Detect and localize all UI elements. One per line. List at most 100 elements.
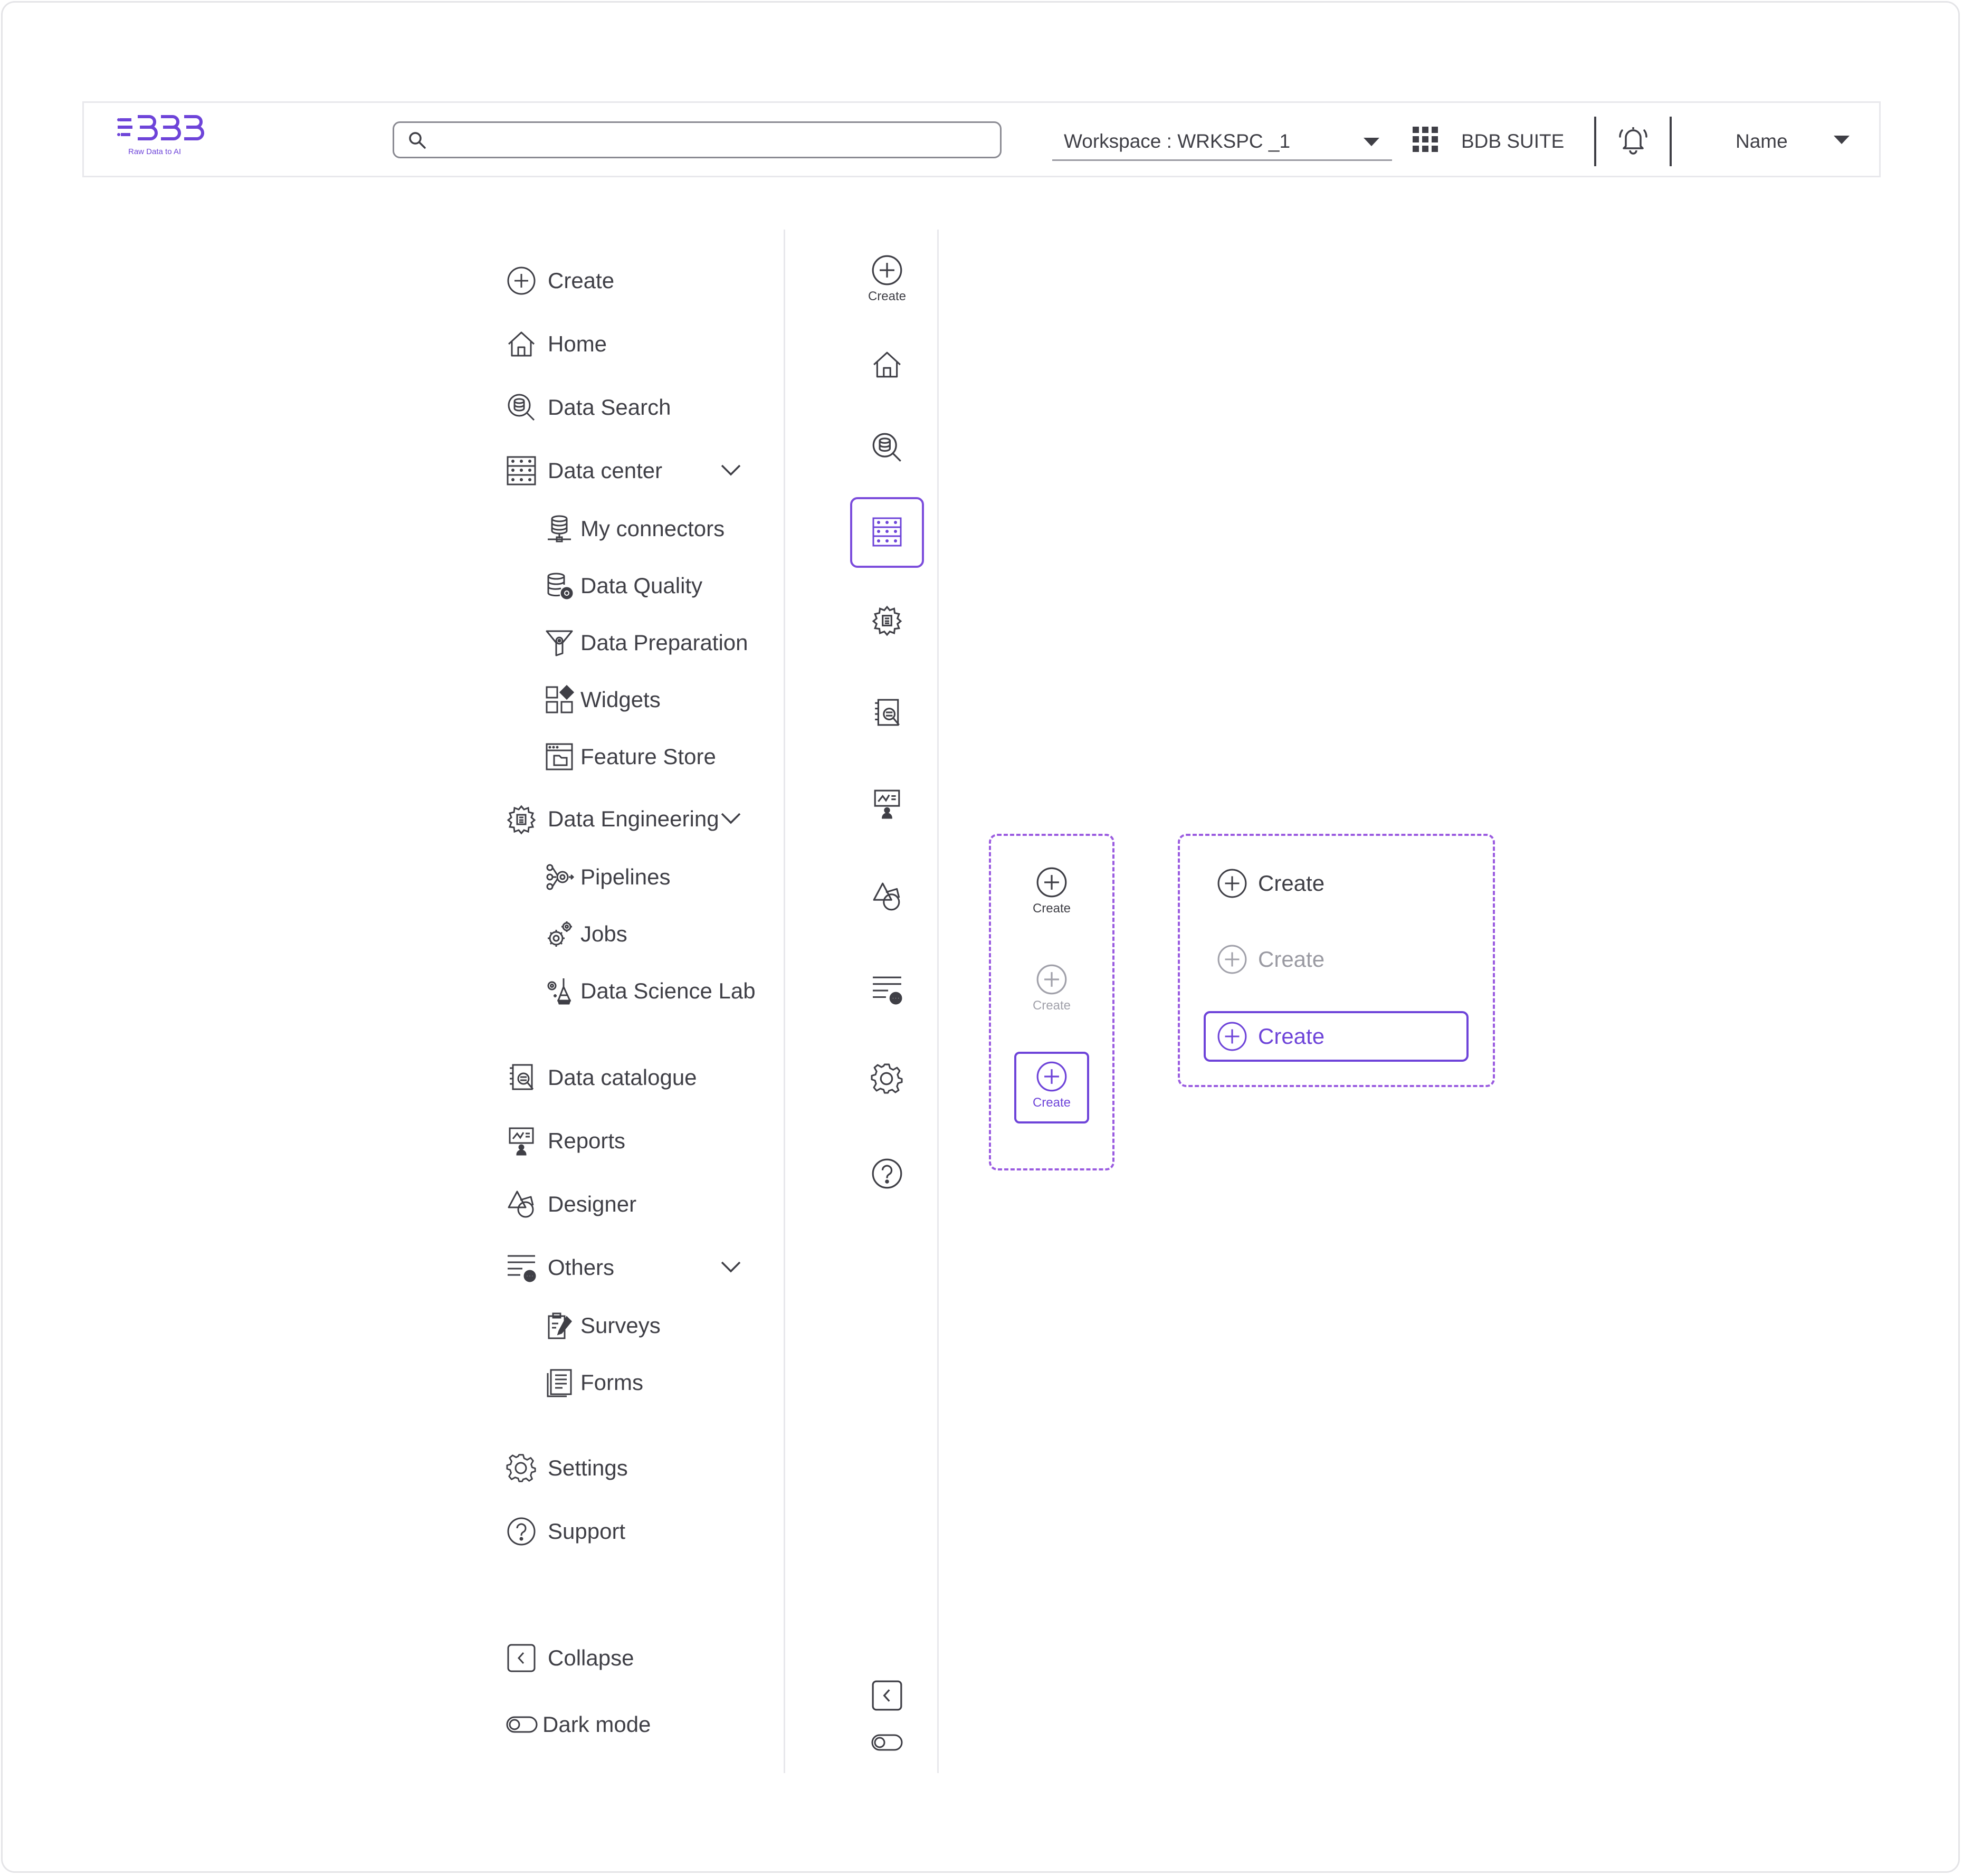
sidebar-item-designer[interactable]: Designer (506, 1188, 636, 1220)
rail-item-dark-mode-toggle[interactable] (850, 1734, 924, 1751)
funnel-gear-icon (545, 628, 574, 658)
chevron-down-icon[interactable] (721, 1261, 741, 1273)
gear-chip-icon (506, 803, 537, 835)
sidebar-subitem-surveys[interactable]: Surveys (545, 1311, 661, 1340)
sidebar-item-support[interactable]: Support (506, 1516, 625, 1547)
gear-chip-icon (872, 605, 902, 636)
create-horizontal-default[interactable]: Create (1217, 868, 1324, 899)
plus-circle-icon (1036, 964, 1068, 995)
sidebar-item-label: Data Preparation (580, 630, 748, 655)
create-vertical-selected[interactable]: Create (1015, 1061, 1089, 1110)
rail-item-create[interactable]: Create (850, 254, 924, 304)
chevron-down-icon[interactable] (721, 464, 741, 476)
rail-item-support[interactable] (850, 1158, 924, 1189)
sidebar-item-label: Feature Store (580, 744, 716, 769)
form-document-icon (545, 1368, 574, 1397)
sidebar-subitem-data-science-lab[interactable]: Data Science Lab (545, 976, 756, 1006)
help-circle-icon (506, 1516, 537, 1547)
workspace-label: Workspace : WRKSPC _1 (1064, 130, 1291, 152)
create-label: Create (1258, 1024, 1325, 1049)
list-chat-icon (506, 1252, 537, 1283)
search-icon (408, 131, 427, 150)
sidebar-item-settings[interactable]: Settings (506, 1452, 628, 1484)
toggle-switch-icon (871, 1734, 903, 1751)
rail-item-data-engineering[interactable] (850, 605, 924, 636)
create-vertical-disabled: Create (1015, 964, 1089, 1013)
sidebar-item-label: Others (548, 1255, 615, 1280)
header-separator (1594, 117, 1596, 166)
rail-item-data-catalogue[interactable] (850, 698, 924, 728)
presentation-icon (506, 1125, 537, 1157)
workspace-selector[interactable]: Workspace : WRKSPC _1 (1052, 124, 1392, 161)
notification-bell-icon[interactable] (1617, 123, 1650, 156)
plus-circle-icon (871, 254, 903, 286)
sidebar-subitem-data-quality[interactable]: Data Quality (545, 571, 702, 601)
sidebar-subitem-pipelines[interactable]: Pipelines (545, 862, 670, 892)
collapse-left-icon (506, 1642, 537, 1674)
sidebar-item-dark-mode[interactable]: Dark mode (506, 1709, 651, 1740)
apps-grid-icon[interactable] (1413, 127, 1438, 152)
feature-store-icon (545, 742, 574, 772)
top-header: Raw Data to AI Workspace : WRKSPC _1 BDB… (82, 101, 1881, 177)
create-caption: Create (1032, 998, 1071, 1013)
sidebar-item-data-search[interactable]: Data Search (506, 392, 671, 423)
rail-item-designer[interactable] (850, 881, 924, 912)
toggle-switch-icon[interactable] (506, 1709, 538, 1740)
sidebar-item-label: Forms (580, 1370, 643, 1395)
sidebar-item-label: Collapse (548, 1645, 634, 1670)
user-name[interactable]: Name (1736, 131, 1788, 151)
rail-item-data-search[interactable] (850, 432, 924, 463)
home-icon (506, 328, 537, 360)
sidebar-item-label: Surveys (580, 1313, 661, 1338)
app-frame (1, 1, 1960, 1873)
create-horizontal-selected[interactable]: Create (1217, 1021, 1324, 1052)
rail-item-collapse[interactable] (850, 1680, 924, 1711)
sidebar-subitem-feature-store[interactable]: Feature Store (545, 742, 716, 772)
chevron-down-icon[interactable] (721, 813, 741, 824)
widgets-icon (545, 684, 575, 715)
suite-label[interactable]: BDB SUITE (1461, 131, 1564, 151)
create-caption: Create (1032, 901, 1071, 916)
user-caret-down-icon[interactable] (1834, 136, 1850, 145)
sidebar-item-create[interactable]: Create (506, 265, 614, 297)
search-input[interactable] (436, 126, 987, 154)
sidebar-subitem-data-preparation[interactable]: Data Preparation (545, 628, 748, 658)
sidebar-item-label: Widgets (580, 687, 661, 712)
sidebar-subitem-my-connectors[interactable]: My connectors (545, 514, 725, 544)
plus-circle-icon (1036, 1061, 1068, 1092)
rail-caption: Create (868, 289, 907, 303)
rail-item-home[interactable] (850, 349, 924, 380)
sidebar-item-label: Jobs (580, 921, 627, 946)
plus-circle-icon (1217, 868, 1247, 899)
plus-circle-icon (1217, 1021, 1247, 1052)
rail-item-reports[interactable] (850, 788, 924, 819)
sidebar-item-collapse[interactable]: Collapse (506, 1642, 634, 1674)
rail-item-data-center[interactable] (850, 517, 924, 547)
sidebar-item-data-center[interactable]: Data center (506, 455, 662, 487)
gear-icon (871, 1063, 903, 1094)
rail-item-others[interactable] (850, 974, 924, 1005)
database-badge-icon (545, 571, 574, 601)
sidebar-item-data-engineering[interactable]: Data Engineering (506, 803, 719, 835)
collapse-left-icon (872, 1680, 902, 1711)
brand-logo[interactable]: Raw Data to AI (117, 113, 206, 156)
catalogue-icon (506, 1062, 537, 1093)
sidebar-item-label: Dark mode (542, 1712, 651, 1737)
list-chat-icon (872, 974, 902, 1005)
create-vertical-default[interactable]: Create (1015, 866, 1089, 916)
rail-item-settings[interactable] (850, 1063, 924, 1094)
database-network-icon (545, 514, 574, 544)
sidebar-item-others[interactable]: Others (506, 1252, 614, 1283)
home-icon (872, 349, 902, 380)
sidebar-item-home[interactable]: Home (506, 328, 607, 360)
sidebar-item-label: Create (548, 268, 615, 293)
catalogue-icon (872, 698, 902, 728)
sidebar-item-data-catalogue[interactable]: Data catalogue (506, 1062, 697, 1093)
sidebar-item-reports[interactable]: Reports (506, 1125, 625, 1157)
sidebar-subitem-widgets[interactable]: Widgets (545, 684, 661, 715)
search-bar[interactable] (393, 121, 1002, 158)
sidebar-item-label: Home (548, 331, 607, 356)
sidebar-subitem-jobs[interactable]: Jobs (545, 919, 627, 949)
sidebar-subitem-forms[interactable]: Forms (545, 1368, 643, 1397)
server-rack-icon (872, 517, 902, 547)
